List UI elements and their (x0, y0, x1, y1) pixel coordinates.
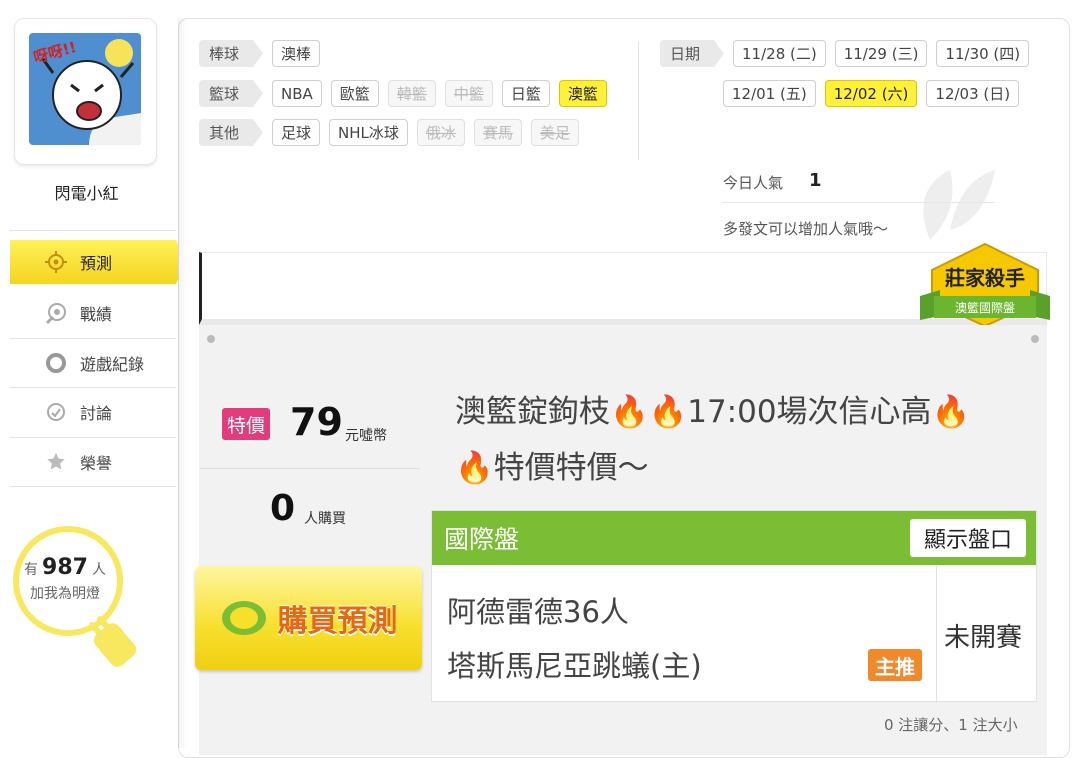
coin-icon (221, 601, 266, 635)
date-chip-1202[interactable]: 12/02 (六) (824, 80, 918, 107)
main-pick-badge: 主推 (868, 649, 922, 681)
category-row-basketball: 籃球 NBA 歐籃 韓籃 中籃 日籃 澳籃 (199, 80, 607, 107)
special-price-tag: 特價 (222, 408, 271, 440)
date-row-1: 日期 11/28 (二) 11/29 (三) 11/30 (四) (660, 40, 1030, 67)
date-chip-1201[interactable]: 12/01 (五) (723, 80, 816, 107)
medal-icon (44, 450, 68, 474)
popularity-label: 今日人氣 (723, 174, 784, 192)
league-chip-american-football: 美足 (530, 119, 579, 146)
price-value: 79 (290, 400, 343, 444)
side-nav: 預測 戰績 遊戲紀錄 討論 榮譽 (10, 240, 186, 487)
divider (10, 230, 176, 231)
chart-icon (44, 301, 68, 325)
date-chip-1129[interactable]: 11/29 (三) (834, 40, 928, 67)
price-unit: 元噓幣 (345, 428, 387, 444)
date-chip-1128[interactable]: 11/28 (二) (733, 40, 826, 67)
show-odds-button[interactable]: 顯示盤口 (909, 519, 1026, 557)
nav-label: 討論 (80, 404, 113, 424)
nav-label: 戰績 (80, 305, 113, 325)
fans-count: 987 (42, 555, 88, 580)
nav-item-record[interactable]: 戰績 (10, 289, 176, 339)
league-chip-euro[interactable]: 歐籃 (330, 80, 379, 107)
nav-label: 預測 (80, 254, 113, 273)
buyers-count: 0 (270, 488, 296, 529)
dealer-killer-badge: 莊家殺手 澳籃國際盤 (920, 242, 1050, 328)
nav-item-honor[interactable]: 榮譽 (10, 438, 176, 487)
league-chip-nba[interactable]: NBA (272, 80, 322, 107)
home-team: 塔斯馬尼亞跳蟻(主) (447, 649, 702, 683)
divider (936, 565, 937, 703)
card-header: 國際盤 顯示盤口 (432, 511, 1036, 565)
popularity-value: 1 (809, 170, 822, 191)
date-chip-1130[interactable]: 11/30 (四) (936, 40, 1030, 67)
record-icon (44, 351, 68, 375)
title-text: 澳籃錠鉤枝 (455, 394, 610, 430)
league-chip-horse-racing: 賽馬 (473, 119, 522, 146)
divider (638, 42, 639, 160)
match-card: 國際盤 顯示盤口 阿德雷德36人 塔斯馬尼亞跳蟻(主) 主推 未開賽 (431, 510, 1037, 703)
nav-item-discussion[interactable]: 討論 (10, 388, 176, 438)
popularity-hint: 多發文可以增加人氣哦～ (723, 220, 889, 238)
fire-icon: 🔥 (648, 394, 688, 430)
svg-text:澳籃國際盤: 澳籃國際盤 (955, 300, 1015, 315)
buyers-unit: 人購買 (304, 511, 346, 527)
target-icon (44, 250, 68, 274)
fans-line2: 加我為明燈 (30, 586, 100, 602)
match-status: 未開賽 (944, 623, 1023, 653)
league-chip-korea: 韓籃 (387, 80, 436, 107)
fans-counter[interactable]: 有 987 人 加我為明燈 (10, 556, 120, 606)
away-team: 阿德雷德36人 (447, 595, 629, 629)
avatar: 呀呀!! (29, 33, 141, 145)
category-label-basketball: 籃球 (199, 80, 263, 107)
card-title: 國際盤 (444, 525, 520, 554)
divider (722, 202, 995, 203)
date-label: 日期 (660, 40, 724, 67)
date-chip-1203[interactable]: 12/03 (日) (926, 80, 1020, 107)
nav-item-game-history[interactable]: 遊戲紀錄 (10, 339, 176, 388)
category-row-baseball: 棒球 澳棒 (199, 40, 321, 67)
nav-item-predict[interactable]: 預測 (10, 240, 186, 284)
svg-text:莊家殺手: 莊家殺手 (945, 266, 1025, 290)
category-label-other: 其他 (199, 119, 263, 146)
league-chip-soccer[interactable]: 足球 (272, 119, 321, 146)
nav-label: 遊戲紀錄 (80, 354, 145, 374)
league-chip-japan[interactable]: 日籃 (501, 80, 550, 107)
league-chip-aus-basketball[interactable]: 澳籃 (558, 80, 607, 107)
discussion-icon (44, 400, 68, 424)
league-chip-nhl[interactable]: NHL冰球 (329, 119, 408, 146)
divider (200, 468, 420, 469)
fans-prefix: 有 (24, 562, 39, 578)
buy-button-label: 購買預測 (277, 604, 398, 639)
category-row-other: 其他 足球 NHL冰球 俄冰 賽馬 美足 (199, 119, 579, 146)
title-text: 17:00場次信心高 (687, 394, 932, 430)
buy-prediction-button[interactable]: 購買預測 (195, 566, 422, 670)
title-text: 特價特價～ (493, 450, 649, 486)
fire-icon: 🔥 (931, 394, 971, 430)
pin-icon (1031, 335, 1039, 343)
fire-icon: 🔥 (610, 394, 649, 430)
avatar-card[interactable]: 呀呀!! (14, 18, 157, 165)
league-chip-aus-baseball[interactable]: 澳棒 (272, 40, 321, 67)
frame-shadow (178, 18, 188, 748)
username[interactable]: 閃電小紅 (14, 180, 159, 204)
pin-icon (207, 335, 215, 343)
prediction-title[interactable]: 澳籃錠鉤枝🔥🔥17:00場次信心高🔥 🔥特價特價～ (455, 384, 1025, 496)
bet-summary: 0 注讓分、1 注大小 (884, 716, 1018, 734)
category-label-baseball: 棒球 (199, 40, 263, 67)
league-chip-china: 中籃 (444, 80, 493, 107)
date-row-2: 12/01 (五) 12/02 (六) 12/03 (日) (723, 80, 1020, 107)
fans-suffix: 人 (91, 562, 106, 578)
fire-icon: 🔥 (455, 450, 494, 486)
nav-label: 榮譽 (80, 453, 113, 473)
decorative-leaf-icon (923, 170, 995, 240)
league-chip-russia-hockey: 俄冰 (416, 119, 465, 146)
